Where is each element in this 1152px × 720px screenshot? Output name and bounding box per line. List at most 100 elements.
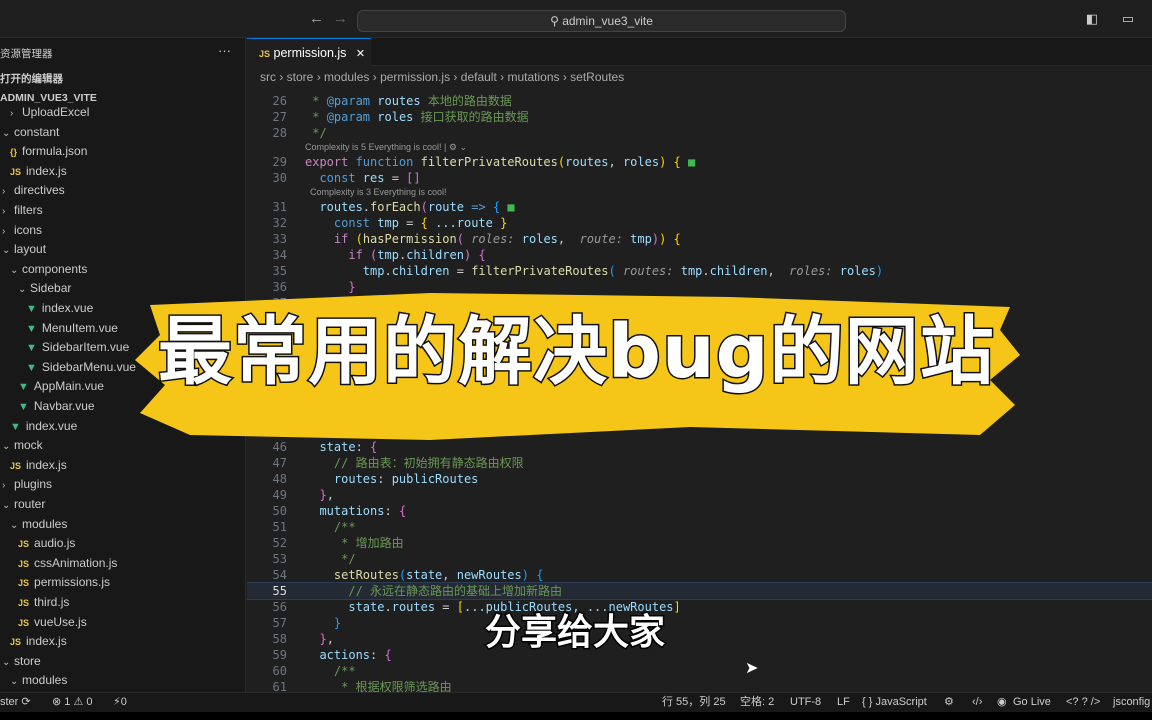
tree-item-label: plugins bbox=[14, 477, 53, 492]
tree-item[interactable]: ▼ SidebarItem.vue bbox=[26, 338, 129, 357]
code-token: hasPermission bbox=[362, 232, 457, 246]
tree-item[interactable]: ⌄ layout bbox=[2, 240, 46, 259]
misc-indicator[interactable]: <? ? /> bbox=[1066, 693, 1100, 712]
breadcrumb-item[interactable]: mutations bbox=[507, 70, 559, 84]
chevron-down-icon: ⌄ bbox=[10, 519, 19, 531]
encoding[interactable]: UTF-8 bbox=[790, 693, 821, 712]
code-token: */ bbox=[305, 552, 356, 566]
close-icon[interactable]: ✕ bbox=[356, 48, 365, 60]
tree-item[interactable]: ⌄ Sidebar bbox=[18, 279, 71, 298]
language-mode[interactable]: { } JavaScript bbox=[862, 693, 927, 712]
tree-item[interactable]: ⌄ constant bbox=[2, 123, 59, 142]
ports-indicator[interactable]: ⚡0 bbox=[113, 693, 127, 712]
codelens[interactable]: Complexity is 3 Everything is cool! bbox=[247, 186, 1152, 199]
tree-item[interactable]: › icons bbox=[2, 221, 42, 240]
tree-item[interactable]: › filters bbox=[2, 201, 43, 220]
cursor-position[interactable]: 行 55，列 25 bbox=[662, 693, 726, 712]
code-token: { bbox=[478, 248, 486, 262]
chevron-right-icon: › bbox=[2, 480, 6, 492]
problems-indicator[interactable]: ⊗ 1 ⚠ 0 bbox=[52, 693, 92, 712]
chevron-right-icon: › bbox=[2, 225, 6, 237]
tree-item[interactable]: JS index.js bbox=[10, 162, 67, 181]
tree-item[interactable]: JS cssAnimation.js bbox=[18, 554, 117, 573]
code-line: 55 // 永远在静态路由的基础上增加新路由 bbox=[247, 582, 1152, 600]
back-button[interactable]: ← bbox=[309, 10, 324, 27]
line-number: 59 bbox=[272, 648, 287, 662]
tree-item[interactable]: {} formula.json bbox=[10, 142, 87, 161]
chevron-down-icon: ⌄ bbox=[2, 441, 11, 453]
code-token: { bbox=[420, 216, 436, 230]
tree-item[interactable]: ▼ MenuItem.vue bbox=[26, 319, 118, 338]
codelens[interactable]: Complexity is 5 Everything is cool! | ⚙ … bbox=[247, 141, 1152, 154]
tree-item-label: layout bbox=[14, 242, 47, 257]
line-number: 31 bbox=[272, 200, 287, 214]
tree-item[interactable]: › plugins bbox=[2, 475, 52, 494]
tab-permission-js[interactable]: JS permission.js ✕ bbox=[247, 38, 371, 67]
code-line: 51 /** bbox=[247, 519, 1152, 535]
status-bar: ster ⟳ ⊗ 1 ⚠ 0 ⚡0 行 55，列 25 空格: 2 UTF-8 … bbox=[0, 692, 1152, 712]
code-icon[interactable]: ‹/› bbox=[972, 693, 982, 712]
forward-button[interactable]: → bbox=[333, 10, 348, 27]
code-token: route bbox=[427, 200, 464, 214]
search-icon: ⚲ bbox=[550, 14, 559, 28]
more-actions-icon[interactable]: ··· bbox=[218, 43, 231, 58]
breadcrumb-item[interactable]: src bbox=[260, 70, 276, 84]
tree-item[interactable]: ⌄ router bbox=[2, 495, 45, 514]
code-token: ) bbox=[521, 568, 537, 582]
tree-item[interactable]: JS third.js bbox=[18, 593, 69, 612]
chevron-down-icon: ⌄ bbox=[10, 264, 19, 276]
breadcrumb-item[interactable]: setRoutes bbox=[570, 70, 624, 84]
command-center-search[interactable]: ⚲ admin_vue3_vite bbox=[357, 10, 846, 32]
tree-item[interactable]: › directives bbox=[2, 181, 65, 200]
tree-item[interactable]: ▼ index.vue bbox=[10, 417, 77, 436]
breadcrumb-item[interactable]: store bbox=[287, 70, 314, 84]
tree-item[interactable]: › UploadExcel bbox=[10, 103, 89, 122]
tree-item[interactable]: ▼ index.vue bbox=[26, 299, 93, 318]
code-token: ( bbox=[420, 200, 428, 214]
code-token: = bbox=[435, 600, 457, 614]
chevron-right-icon: › bbox=[2, 206, 6, 217]
code-token: ] bbox=[673, 600, 681, 614]
code-token: roles bbox=[521, 232, 558, 246]
code-token: if bbox=[305, 248, 371, 262]
tree-item[interactable]: ▼ Navbar.vue bbox=[18, 397, 95, 416]
tree-item-label: index.js bbox=[26, 634, 67, 649]
chevron-down-icon: ⌄ bbox=[18, 284, 27, 296]
open-editors-section[interactable]: 打开的编辑器 bbox=[0, 71, 63, 86]
breadcrumb-item[interactable]: permission.js bbox=[380, 70, 450, 84]
breadcrumb-item[interactable]: modules bbox=[324, 70, 369, 84]
layout-toggle-icons[interactable]: ◧ ▭ bbox=[1086, 11, 1144, 27]
code-token: tmp bbox=[630, 232, 652, 246]
tree-item[interactable]: JS vueUse.js bbox=[18, 613, 87, 632]
indentation[interactable]: 空格: 2 bbox=[740, 693, 774, 712]
tree-item[interactable]: JS audio.js bbox=[18, 534, 75, 553]
line-ending[interactable]: LF bbox=[837, 693, 850, 712]
code-token: . bbox=[702, 264, 710, 278]
editor-tabs: JS permission.js ✕ bbox=[247, 38, 1152, 67]
tree-item[interactable]: JS index.js bbox=[10, 632, 67, 651]
breadcrumb-item[interactable]: default bbox=[461, 70, 497, 84]
code-token: = bbox=[398, 216, 421, 230]
tree-item[interactable]: JS permissions.js bbox=[18, 573, 110, 592]
tree-item[interactable]: ▼ AppMain.vue bbox=[18, 377, 104, 396]
tree-item[interactable]: ⌄ components bbox=[10, 260, 87, 279]
tree-item[interactable]: ⌄ store bbox=[2, 652, 41, 671]
code-token: ( bbox=[355, 232, 363, 246]
code-line: 56 state.routes = [...publicRoutes, ...n… bbox=[247, 599, 1152, 615]
tree-item[interactable]: ⌄ mock bbox=[2, 436, 43, 455]
tree-item[interactable]: ⌄ modules bbox=[10, 515, 67, 534]
code-token: 本地的路由数据 bbox=[427, 94, 512, 108]
code-token: , bbox=[557, 232, 580, 246]
tree-item[interactable]: JS index.js bbox=[10, 456, 67, 475]
jsconfig-indicator[interactable]: jsconfig bbox=[1113, 693, 1150, 712]
tree-item[interactable]: ▼ SidebarMenu.vue bbox=[26, 358, 136, 377]
line-number: 54 bbox=[272, 568, 287, 582]
code-token: setRoutes bbox=[305, 568, 399, 582]
tab-label: permission.js bbox=[273, 46, 347, 60]
go-live-button[interactable]: Go Live bbox=[1013, 693, 1051, 712]
tree-item[interactable]: ⌄ modules bbox=[10, 671, 67, 690]
line-number: 53 bbox=[272, 552, 287, 566]
branch-indicator[interactable]: ster ⟳ bbox=[0, 693, 31, 712]
copilot-icon[interactable]: ⚙ bbox=[944, 693, 954, 712]
title-bar: ← → ⚲ admin_vue3_vite ◧ ▭ bbox=[0, 0, 1152, 38]
